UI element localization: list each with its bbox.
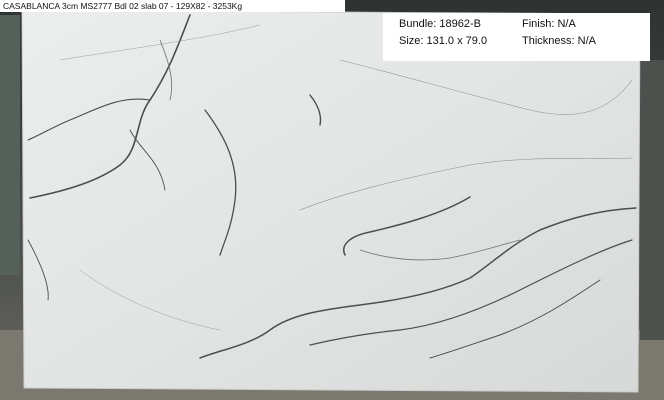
thickness-label: Thickness: N/A	[522, 35, 596, 47]
left-rack	[0, 15, 20, 275]
caption-bar: CASABLANCA 3cm MS2777 Bdl 02 slab 07 - 1…	[0, 0, 345, 12]
right-rack	[640, 60, 664, 340]
finish-label: Finish: N/A	[522, 18, 576, 30]
slab-caption: CASABLANCA 3cm MS2777 Bdl 02 slab 07 - 1…	[3, 1, 243, 11]
marble-slab	[21, 9, 641, 393]
slab-info-box: Bundle: 18962-B Finish: N/A Size: 131.0 …	[383, 13, 650, 61]
size-label: Size: 131.0 x 79.0	[399, 35, 488, 47]
bundle-label: Bundle: 18962-B	[399, 18, 481, 30]
